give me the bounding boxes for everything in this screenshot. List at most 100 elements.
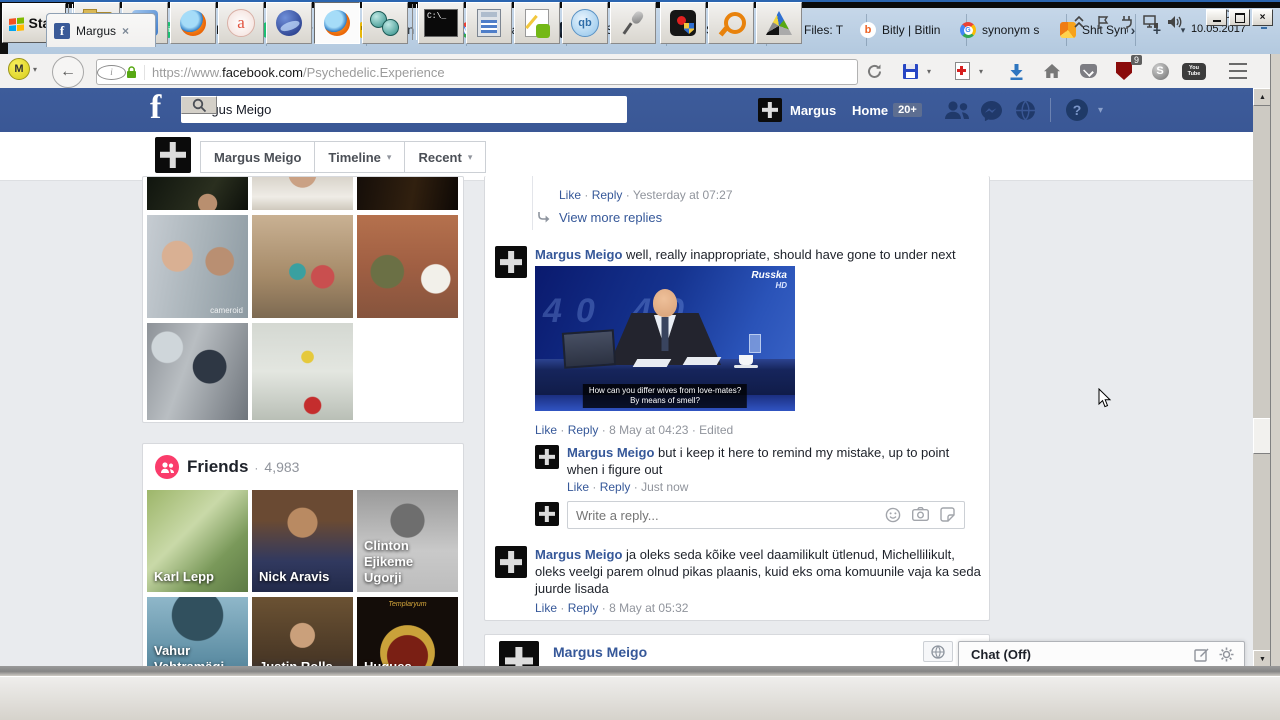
add-page-button[interactable] [950, 60, 974, 82]
taskbar-qbittorrent[interactable]: qb [562, 2, 608, 44]
tab-facebook-margus[interactable]: f Margus × [46, 13, 156, 47]
facebook-search[interactable] [181, 96, 627, 123]
gear-icon[interactable] [1219, 647, 1234, 662]
comment-photo-putin[interactable]: 40 40 Russka HD How can you differ wives… [535, 266, 795, 411]
like-link[interactable]: Like [535, 601, 557, 615]
friends-title[interactable]: Friends [187, 457, 248, 477]
like-link[interactable]: Like [567, 480, 589, 494]
reply-link[interactable]: Reply [600, 480, 631, 494]
profile-avatar[interactable] [155, 137, 191, 173]
hamburger-menu-button[interactable] [1224, 60, 1252, 82]
reply-link[interactable]: Reply [568, 601, 599, 615]
photo-thumbnail[interactable]: cameroid [147, 215, 248, 318]
help-button[interactable]: ? [1066, 99, 1088, 121]
taskbar-calculator[interactable] [466, 2, 512, 44]
taskbar-notepad-plus[interactable] [514, 2, 560, 44]
chat-bar[interactable]: Chat (Off) [958, 641, 1245, 666]
taskbar-seamonkey[interactable] [266, 2, 312, 44]
ublock-button[interactable]: 9 [1112, 55, 1142, 82]
comment-timestamp[interactable]: Yesterday at 07:27 [633, 188, 733, 202]
reply-link[interactable]: Reply [592, 188, 623, 202]
friend-requests-button[interactable] [943, 100, 971, 124]
friend-tile[interactable]: Karl Lepp [147, 490, 248, 592]
home-button[interactable] [1040, 60, 1064, 82]
photo-thumbnail[interactable] [252, 177, 353, 210]
taskbar-command-prompt[interactable]: C:\_ [418, 2, 464, 44]
post-author-link[interactable]: Margus Meigo [553, 644, 647, 660]
photo-thumbnail[interactable] [147, 323, 248, 420]
show-hidden-icons-button[interactable] [1071, 14, 1087, 30]
comment-timestamp[interactable]: 8 May at 04:23 [609, 423, 688, 437]
photo-thumbnail[interactable] [357, 177, 458, 210]
taskbar-webcam-app[interactable] [362, 2, 408, 44]
downloads-button[interactable] [1004, 60, 1028, 82]
reload-button[interactable] [862, 60, 886, 82]
notifications-button[interactable] [1015, 100, 1036, 126]
close-icon[interactable]: × [122, 24, 129, 38]
taskbar-prism-app[interactable] [756, 2, 802, 44]
search-button[interactable] [181, 96, 217, 114]
profile-name-button[interactable]: Margus Meigo [201, 142, 316, 172]
like-link[interactable]: Like [535, 423, 557, 437]
avatar[interactable] [495, 246, 527, 278]
https-lock-icon[interactable] [126, 65, 137, 79]
comment-timestamp[interactable]: 8 May at 05:32 [609, 601, 688, 615]
vertical-scrollbar[interactable]: ▲ ▼ [1253, 88, 1272, 668]
sticker-icon[interactable] [940, 507, 955, 522]
add-page-dropdown-button[interactable]: ▾ [974, 60, 988, 82]
comment-author-link[interactable]: Margus Meigo [535, 547, 622, 562]
friend-tile[interactable]: Nick Aravis [252, 490, 353, 592]
avatar[interactable] [495, 546, 527, 578]
youtube-button[interactable]: You Tube [1180, 60, 1208, 82]
url-bar[interactable]: i https://www.facebook.com/Psychedelic.E… [96, 59, 858, 85]
timeline-dropdown[interactable]: Timeline ▾ [315, 142, 406, 172]
comment-author-link[interactable]: Margus Meigo [567, 445, 654, 460]
pocket-button[interactable] [1076, 60, 1100, 82]
post-privacy-button[interactable] [923, 641, 953, 662]
speaker-icon[interactable] [1167, 14, 1183, 30]
window-maximize-button[interactable] [1229, 9, 1250, 26]
photo-thumbnail[interactable] [147, 177, 248, 210]
friend-tile[interactable]: Templaryum Hugues Payens [357, 597, 458, 666]
messages-button[interactable] [980, 100, 1003, 126]
avatar[interactable] [535, 445, 559, 469]
save-dropdown-button[interactable]: ▾ [922, 60, 936, 82]
friend-tile[interactable]: Justin Rolls [252, 597, 353, 666]
tab-bitly[interactable]: b Bitly | Bitlin [853, 14, 967, 46]
taskbar-ares[interactable]: a [218, 2, 264, 44]
emoji-icon[interactable] [885, 507, 901, 523]
account-menu-button[interactable]: ▾ [1098, 105, 1103, 116]
photo-thumbnail[interactable] [252, 215, 353, 318]
back-button[interactable]: ← [52, 56, 84, 88]
taskbar-firefox-active[interactable] [314, 2, 360, 44]
like-link[interactable]: Like [559, 188, 581, 202]
app-extension-button[interactable]: M ▾ [8, 58, 37, 80]
save-page-button[interactable] [898, 60, 922, 82]
reply-input-box[interactable] [567, 501, 965, 529]
photo-thumbnail[interactable] [252, 323, 353, 420]
avatar[interactable] [499, 641, 539, 666]
action-center-flag-icon[interactable] [1095, 14, 1111, 30]
facebook-logo[interactable]: f [150, 89, 161, 127]
recent-dropdown[interactable]: Recent ▾ [405, 142, 485, 172]
compose-icon[interactable] [1194, 647, 1209, 662]
camera-icon[interactable] [912, 507, 929, 521]
reply-link[interactable]: Reply [568, 423, 599, 437]
search-input[interactable] [181, 96, 627, 123]
page-info-icon[interactable]: i [97, 64, 126, 80]
tab-google-synonym[interactable]: G synonym s [953, 14, 1067, 46]
reply-input[interactable] [568, 507, 885, 523]
comment-author-link[interactable]: Margus Meigo [535, 247, 622, 262]
home-link[interactable]: Home 20+ [852, 88, 922, 132]
comment-timestamp[interactable]: Just now [641, 480, 688, 494]
taskbar-firefox-1[interactable] [170, 2, 216, 44]
window-close-button[interactable]: × [1252, 9, 1273, 26]
window-minimize-button[interactable] [1206, 9, 1227, 26]
taskbar-search-tool[interactable] [708, 2, 754, 44]
friend-tile[interactable]: Vahur Vahtramägi [147, 597, 248, 666]
friend-tile[interactable]: Clinton Ejikeme Ugorji [357, 490, 458, 592]
profile-shortcut[interactable]: Margus [758, 88, 836, 132]
avatar[interactable] [535, 502, 559, 526]
s-extension-button[interactable]: S [1148, 60, 1172, 82]
photo-thumbnail[interactable] [357, 215, 458, 318]
